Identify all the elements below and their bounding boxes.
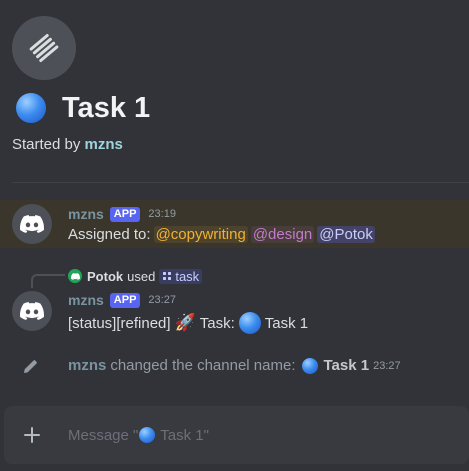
message-text: Assigned to:: [68, 226, 151, 243]
started-by-label: Started by: [12, 136, 81, 153]
system-author[interactable]: mzns: [68, 357, 106, 374]
message-header: mzns APP 23:19: [68, 205, 176, 223]
blue-circle-emoji: [139, 427, 156, 443]
message-task-name: Task 1: [264, 314, 309, 332]
started-by-user[interactable]: mzns: [85, 136, 123, 153]
system-timestamp[interactable]: 23:27: [373, 360, 401, 372]
discord-logo-icon: [20, 302, 44, 320]
message-input[interactable]: Message " Task 1": [68, 406, 461, 464]
thread-title: Task 1: [62, 91, 151, 124]
role-mention-design[interactable]: @design: [250, 226, 315, 243]
message-timestamp[interactable]: 23:27: [148, 294, 176, 306]
started-by: Started by mzns: [12, 136, 123, 153]
thread-logo-icon: [29, 34, 59, 62]
system-action: changed the channel name:: [110, 357, 296, 374]
blue-circle-emoji: [238, 312, 261, 334]
message-author[interactable]: mzns: [68, 292, 104, 308]
message-composer[interactable]: Message " Task 1": [4, 406, 469, 464]
system-channel-name: Task 1: [323, 357, 370, 374]
pencil-icon: [24, 360, 37, 373]
divider: [12, 182, 469, 183]
message-status-text: [status][refined]: [68, 314, 171, 332]
discord-logo-icon: [70, 272, 80, 280]
thread-view: Task 1 Started by mzns mzns APP 23:19 As…: [0, 0, 469, 471]
avatar[interactable]: [12, 204, 52, 244]
reply-user[interactable]: Potok: [87, 269, 123, 284]
system-message: mzns changed the channel name: Task 1 23…: [0, 356, 469, 378]
message-author[interactable]: mzns: [68, 206, 104, 222]
thread-avatar: [12, 16, 76, 80]
rocket-emoji: 🚀: [174, 313, 196, 333]
slash-command-label: task: [175, 268, 200, 284]
blue-circle-emoji: [301, 357, 318, 374]
user-mention-potok[interactable]: @Potok: [317, 226, 375, 243]
command-reply-header[interactable]: Potok used task: [68, 267, 203, 285]
attach-button[interactable]: [20, 423, 44, 447]
reply-avatar: [68, 269, 82, 283]
placeholder-name: Task 1": [156, 426, 209, 444]
blue-circle-emoji: [16, 93, 46, 123]
message-content: [status][refined] 🚀 Task: Task 1: [68, 312, 308, 334]
message-timestamp[interactable]: 23:19: [148, 208, 176, 220]
message-header: mzns APP 23:27: [68, 291, 176, 309]
role-mention-copywriting[interactable]: @copywriting: [153, 226, 248, 243]
discord-logo-icon: [20, 215, 44, 233]
reply-used-label: used: [127, 268, 156, 284]
thread-title-row: Task 1: [16, 88, 150, 128]
message-content: Assigned to: @copywriting @design @Potok: [68, 226, 375, 243]
avatar[interactable]: [12, 291, 52, 331]
app-badge: APP: [109, 292, 141, 308]
reply-spine: [31, 274, 65, 288]
system-message-text: mzns changed the channel name: Task 1 23…: [68, 357, 401, 374]
placeholder-prefix: Message ": [68, 426, 139, 444]
message-task-label: Task:: [199, 314, 235, 332]
plus-icon: [24, 427, 40, 443]
app-badge: APP: [109, 206, 141, 222]
slash-command[interactable]: task: [159, 268, 203, 284]
command-icon: [163, 272, 172, 280]
